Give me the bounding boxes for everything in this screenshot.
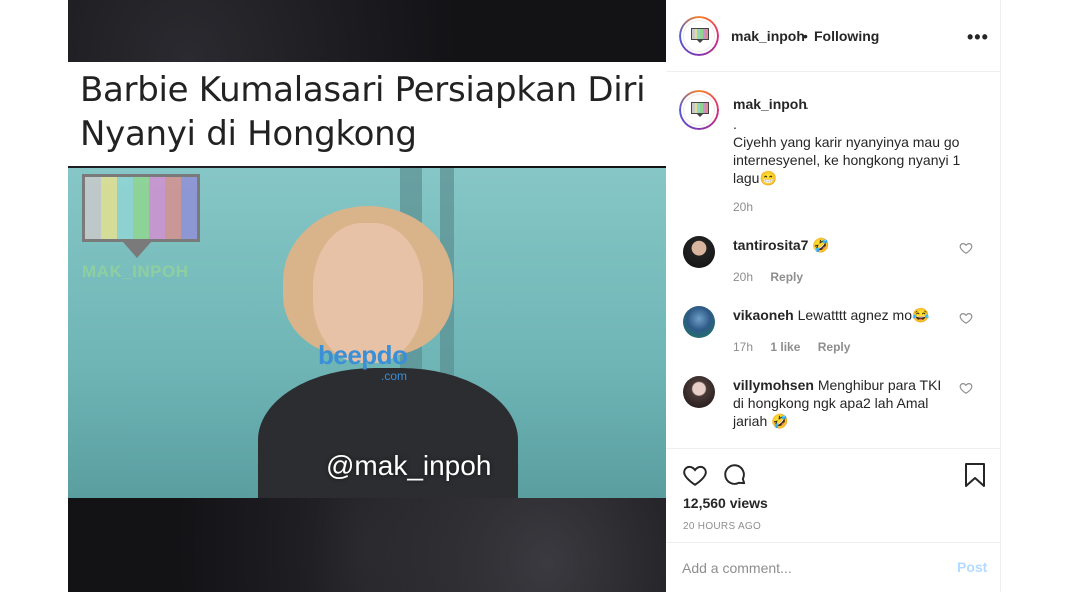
watermark-handle: @mak_inpoh (326, 450, 492, 481)
commenter-avatar[interactable] (683, 306, 715, 338)
post-header: mak_inpoh • Following ••• (666, 0, 1001, 72)
comment-timestamp[interactable]: 20h (733, 270, 753, 284)
instagram-post-modal: Barbie Kumalasari Persiapkan Diri Nyanyi… (0, 0, 1086, 592)
post-info-panel: mak_inpoh • Following ••• mak_inpoh . . … (666, 0, 1001, 592)
channel-logo-pointer (123, 242, 151, 258)
avatar-image (683, 94, 715, 126)
caption-timestamp[interactable]: 20h (733, 200, 753, 214)
following-button[interactable]: Following (814, 28, 879, 44)
video-headline-banner: Barbie Kumalasari Persiapkan Diri Nyanyi… (68, 62, 666, 166)
logo-color-bar (165, 177, 181, 239)
comment-like-heart-icon[interactable] (959, 311, 973, 325)
comment-username-link[interactable]: villymohsen (733, 377, 814, 393)
post-media[interactable]: Barbie Kumalasari Persiapkan Diri Nyanyi… (68, 0, 666, 592)
channel-logo-tv-icon (82, 174, 200, 242)
more-options-icon[interactable]: ••• (967, 27, 989, 48)
logo-color-bar (85, 177, 101, 239)
comment-username-link[interactable]: tantirosita7 (733, 237, 808, 253)
heart-icon[interactable] (682, 462, 708, 488)
comments-list[interactable]: mak_inpoh . . Ciyehh yang karir nyanyiny… (666, 72, 1001, 448)
comment-timestamp[interactable]: 17h (733, 340, 753, 354)
comment-like-heart-icon[interactable] (959, 241, 973, 255)
logo-color-bar (101, 177, 117, 239)
logo-color-bar (117, 177, 133, 239)
avatar-image (683, 20, 715, 52)
mini-tv-stem (697, 40, 703, 43)
comment-text: villymohsen Menghibur para TKI di hongko… (733, 376, 953, 430)
mini-tv-icon (691, 102, 709, 114)
caption-author-avatar[interactable] (679, 90, 719, 130)
comment-like-heart-icon[interactable] (959, 381, 973, 395)
caption-text: . Ciyehh yang karir nyanyinya mau go int… (733, 116, 961, 186)
header-separator: • (803, 28, 808, 44)
comment-input[interactable] (682, 557, 932, 579)
post-comment-button[interactable]: Post (957, 559, 987, 575)
author-username-link[interactable]: mak_inpoh (731, 28, 805, 44)
comment-meta: 20h Reply (733, 270, 817, 284)
post-actions: 12,560 views 20 HOURS AGO (666, 448, 1001, 542)
commenter-avatar[interactable] (683, 376, 715, 408)
commenter-avatar[interactable] (683, 236, 715, 268)
comment-likes-count[interactable]: 1 like (770, 340, 800, 354)
mini-tv-stem (697, 114, 703, 117)
watermark-beepdo: beepdo (318, 340, 408, 370)
comment-text: vikaoneh Lewatttt agnez mo😂 (733, 306, 953, 324)
comment-username-link[interactable]: vikaoneh (733, 307, 794, 323)
caption-username-suffix: . (805, 96, 809, 112)
video-headline: Barbie Kumalasari Persiapkan Diri Nyanyi… (80, 70, 646, 154)
page-margin (1001, 0, 1086, 592)
logo-color-bar (149, 177, 165, 239)
mini-tv-icon (691, 28, 709, 40)
author-avatar[interactable] (679, 16, 719, 56)
add-comment-bar: Post (666, 542, 1001, 592)
logo-color-bar (133, 177, 149, 239)
caption-username-link[interactable]: mak_inpoh (733, 96, 807, 112)
channel-logo-label: MAK_INPOH (82, 262, 189, 281)
bookmark-icon[interactable] (963, 462, 987, 488)
comment-text: tantirosita7 🤣 (733, 236, 953, 254)
comment-body: Lewatttt agnez mo😂 (797, 307, 930, 323)
comment-body: 🤣 (812, 237, 830, 253)
post-timestamp[interactable]: 20 HOURS AGO (683, 521, 761, 532)
comment-bubble-icon[interactable] (722, 462, 748, 488)
logo-color-bar (181, 177, 197, 239)
video-frame[interactable]: MAK_INPOH beepdo .com @mak_inpoh (68, 168, 666, 498)
comment-reply-button[interactable]: Reply (818, 340, 851, 354)
comment-reply-button[interactable]: Reply (770, 270, 803, 284)
watermark-beepdo-domain: .com (381, 369, 408, 383)
views-count[interactable]: 12,560 views (683, 495, 768, 511)
comment-meta: 17h 1 like Reply (733, 340, 864, 354)
